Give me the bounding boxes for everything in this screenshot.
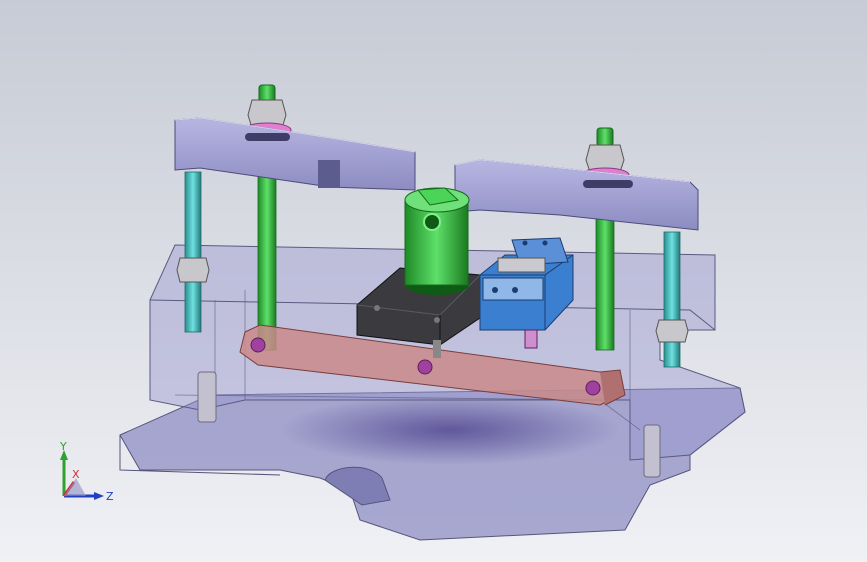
3d-model-view[interactable] xyxy=(0,0,867,562)
axis-triad: Y X Z xyxy=(59,440,114,503)
z-axis-label: Z xyxy=(106,490,114,503)
graphics-viewport[interactable]: Y X Z xyxy=(0,0,867,562)
y-axis-label: Y xyxy=(59,440,67,453)
base-shadow xyxy=(280,395,620,465)
green-clamp-cylinder[interactable] xyxy=(404,187,470,295)
x-axis-label: X xyxy=(72,468,80,481)
z-axis-arrow xyxy=(94,492,104,500)
